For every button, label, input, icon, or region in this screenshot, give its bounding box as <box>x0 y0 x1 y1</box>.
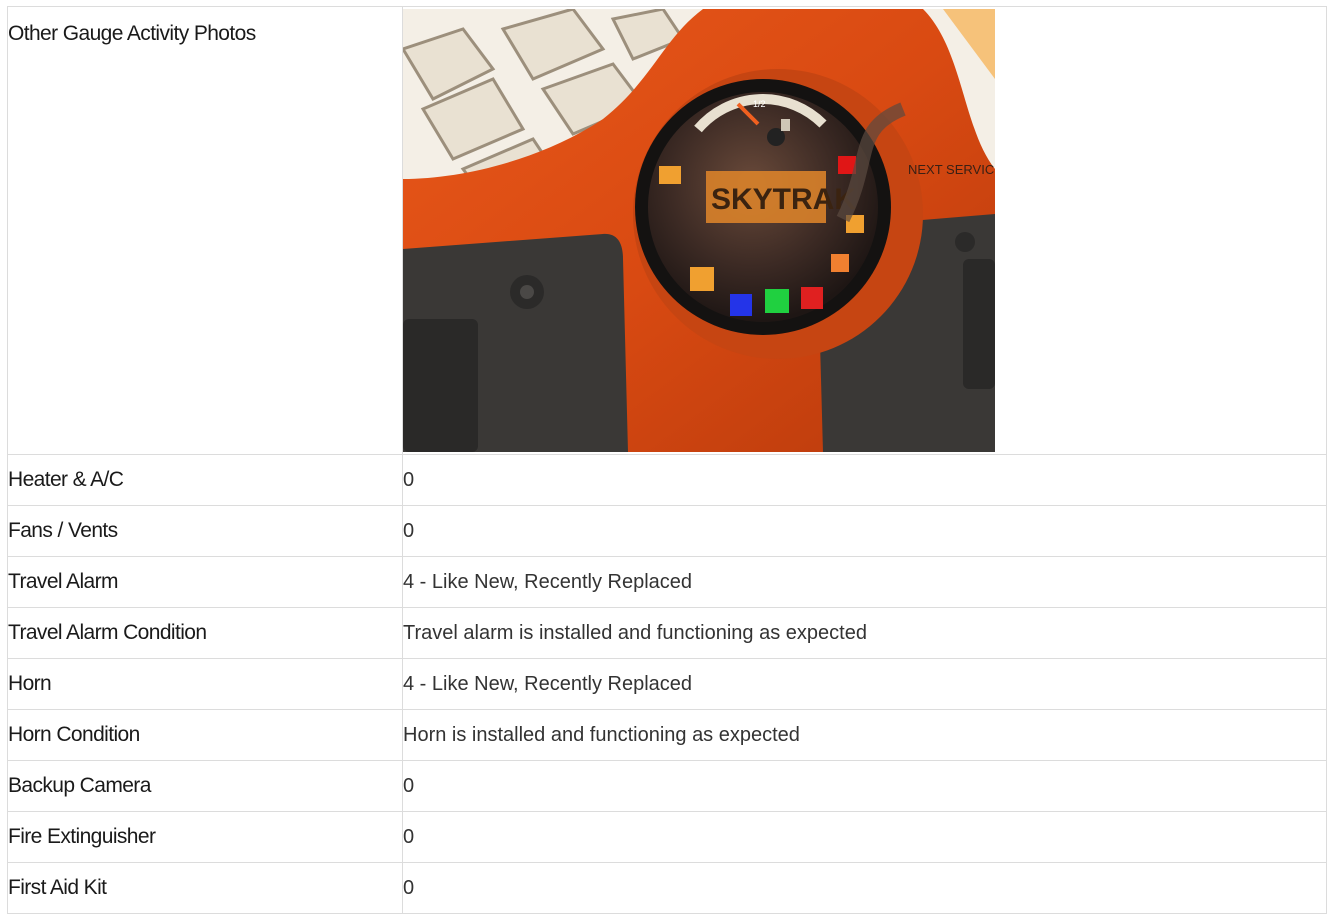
row-label: Horn Condition <box>7 709 403 761</box>
table-row: Heater & A/C 0 <box>7 454 1327 506</box>
row-value: 0 <box>402 811 1327 863</box>
table-row: Horn Condition Horn is installed and fun… <box>7 709 1327 761</box>
gauge-activity-photo[interactable]: 1/2 SKYTRAK NEXT SERVIC <box>403 9 995 452</box>
row-label: Travel Alarm <box>7 556 403 608</box>
table-row: Fire Extinguisher 0 <box>7 811 1327 863</box>
row-value: Horn is installed and functioning as exp… <box>402 709 1327 761</box>
indicator-light <box>730 294 752 316</box>
row-value: 0 <box>402 454 1327 506</box>
row-label: Horn <box>7 658 403 710</box>
indicator-light <box>801 287 823 309</box>
row-value: Travel alarm is installed and functionin… <box>402 607 1327 659</box>
table-row: Backup Camera 0 <box>7 760 1327 812</box>
row-label: Backup Camera <box>7 760 403 812</box>
photo-cell: 1/2 SKYTRAK NEXT SERVIC <box>402 6 1327 455</box>
service-sticker-text: NEXT SERVIC <box>908 162 994 177</box>
table-row: Travel Alarm 4 - Like New, Recently Repl… <box>7 556 1327 608</box>
table-row: Fans / Vents 0 <box>7 505 1327 557</box>
table-row: Horn 4 - Like New, Recently Replaced <box>7 658 1327 710</box>
indicator-light <box>831 254 849 272</box>
brand-logo-text: SKYTRAK <box>711 183 856 216</box>
warning-light <box>690 267 714 291</box>
table-row: First Aid Kit 0 <box>7 862 1327 914</box>
row-label: Fans / Vents <box>7 505 403 557</box>
row-label: Travel Alarm Condition <box>7 607 403 659</box>
row-label: First Aid Kit <box>7 862 403 914</box>
table-row: Travel Alarm Condition Travel alarm is i… <box>7 607 1327 659</box>
inspection-table: Other Gauge Activity Photos 1/2 SKYTRAK … <box>7 6 1327 914</box>
row-value: 4 - Like New, Recently Replaced <box>402 556 1327 608</box>
row-value: 0 <box>402 505 1327 557</box>
row-label: Heater & A/C <box>7 454 403 506</box>
indicator-light <box>765 289 789 313</box>
row-value: 0 <box>402 862 1327 914</box>
row-label: Fire Extinguisher <box>7 811 403 863</box>
row-value: 0 <box>402 760 1327 812</box>
table-row-photos: Other Gauge Activity Photos 1/2 SKYTRAK … <box>7 6 1327 455</box>
indicator-light <box>659 166 681 184</box>
gauge-half-mark: 1/2 <box>753 99 766 109</box>
row-label: Other Gauge Activity Photos <box>7 6 403 455</box>
row-value: 4 - Like New, Recently Replaced <box>402 658 1327 710</box>
